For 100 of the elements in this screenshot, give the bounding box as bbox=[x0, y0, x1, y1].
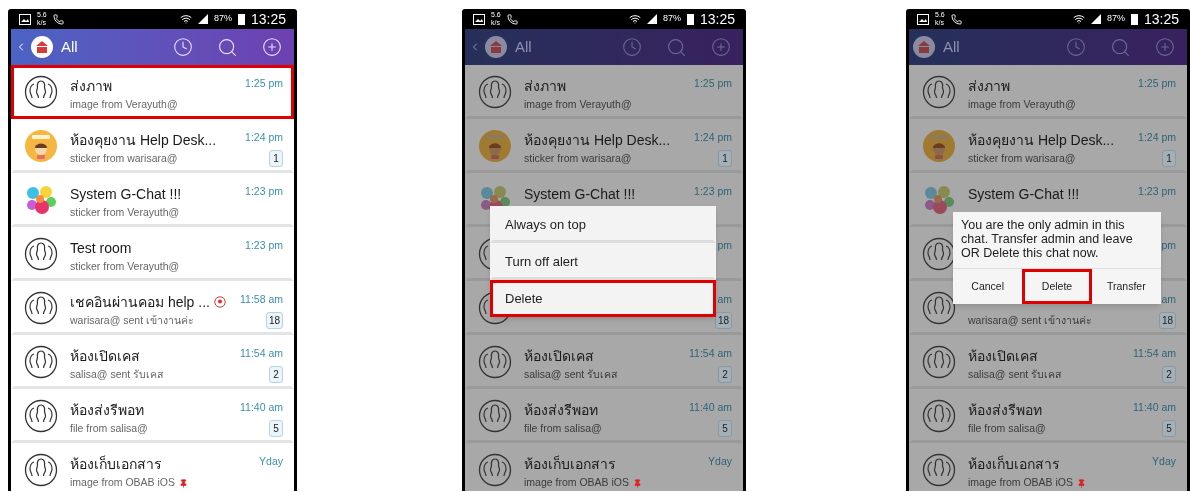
chat-title: ส่งภาพ bbox=[70, 76, 112, 96]
header-title: All bbox=[61, 36, 78, 57]
unread-count: 18 bbox=[714, 311, 732, 329]
chat-row[interactable]: ห้องคุยงาน Help Desk... sticker from warisara@ 1:24 pm 1 bbox=[909, 119, 1187, 173]
chat-time: 1:24 pm bbox=[245, 130, 283, 145]
signal-icon bbox=[646, 14, 657, 24]
unread-count: 2 bbox=[1162, 365, 1176, 383]
chat-preview: salisa@ sent รับเคส bbox=[524, 367, 618, 383]
chat-row[interactable]: ห้องเก็บเอกสาร image from OBAB iOS Yday bbox=[465, 443, 743, 491]
chat-row[interactable]: เชคอินผ่านคอม help ... warisara@ sent เข้างานค่ะ 11:58 am 18 bbox=[11, 281, 294, 335]
chat-time: Yday bbox=[1152, 454, 1176, 469]
chat-row[interactable]: Test room sticker from Verayuth@ 1:23 pm bbox=[11, 227, 294, 281]
chat-title: Test room bbox=[70, 238, 132, 258]
header-title: All bbox=[515, 36, 532, 57]
battery-icon bbox=[1130, 13, 1138, 25]
phone-icon bbox=[950, 13, 962, 25]
add-icon[interactable] bbox=[1155, 37, 1175, 57]
chat-row[interactable]: ส่งภาพ image from Verayuth@ 1:25 pm bbox=[465, 65, 743, 119]
chat-time: 1:23 pm bbox=[694, 184, 732, 199]
phone-icon bbox=[52, 13, 64, 25]
unread-count: 1 bbox=[718, 149, 732, 167]
add-icon[interactable] bbox=[711, 37, 731, 57]
signal-icon bbox=[1090, 14, 1101, 24]
wifi-icon bbox=[1072, 13, 1085, 25]
menu-item[interactable]: Turn off alert bbox=[490, 243, 716, 280]
chat-row[interactable]: ห้องคุยงาน Help Desk... sticker from warisara@ 1:24 pm 1 bbox=[11, 119, 294, 173]
chat-title: ห้องคุยงาน Help Desk... bbox=[968, 130, 1115, 151]
chat-title: ห้องส่งรีพอท bbox=[968, 400, 1042, 420]
chat-row[interactable]: ห้องส่งรีพอท file from salisa@ 11:40 am 5 bbox=[11, 389, 294, 443]
chat-row[interactable]: ห้องเก็บเอกสาร image from OBAB iOS Yday bbox=[11, 443, 294, 491]
chat-preview: sticker from warisara@ bbox=[70, 151, 178, 167]
chat-preview: warisara@ sent เข้างานค่ะ bbox=[70, 313, 195, 329]
chat-row[interactable]: ห้องส่งรีพอท file from salisa@ 11:40 am 5 bbox=[465, 389, 743, 443]
history-icon[interactable] bbox=[1066, 37, 1086, 57]
chat-preview: sticker from Verayuth@ bbox=[70, 259, 180, 275]
chat-row[interactable]: ห้องคุยงาน Help Desk... sticker from warisara@ 1:24 pm 1 bbox=[465, 119, 743, 173]
unread-count: 18 bbox=[265, 311, 283, 329]
unread-count: 18 bbox=[1158, 311, 1176, 329]
chat-preview: image from Verayuth@ bbox=[968, 97, 1076, 113]
chat-row[interactable]: ห้องเก็บเอกสาร image from OBAB iOS Yday bbox=[909, 443, 1187, 491]
chat-time: 1:23 pm bbox=[1138, 184, 1176, 199]
chat-title: ห้องส่งรีพอท bbox=[70, 400, 144, 420]
chat-row[interactable]: ห้องเปิดเคส salisa@ sent รับเคส 11:54 am 2 bbox=[11, 335, 294, 389]
chat-title: ห้องเปิดเคส bbox=[70, 346, 140, 366]
chat-time: am bbox=[1161, 292, 1176, 307]
chat-time: 11:40 am bbox=[240, 400, 283, 415]
phone-icon bbox=[506, 13, 518, 25]
chat-time: 11:40 am bbox=[689, 400, 732, 415]
building-logo-icon[interactable] bbox=[913, 36, 935, 58]
chat-title: ห้องคุยงาน Help Desk... bbox=[70, 130, 217, 151]
chat-row[interactable]: ส่งภาพ image from Verayuth@ 1:25 pm bbox=[11, 65, 294, 119]
chat-time: 1:24 pm bbox=[694, 130, 732, 145]
image-icon bbox=[917, 13, 929, 25]
chat-title: ห้องเปิดเคส bbox=[968, 346, 1038, 366]
chat-preview: file from salisa@ bbox=[968, 421, 1046, 437]
battery-percent: 87% bbox=[1106, 12, 1125, 26]
wifi-icon bbox=[628, 13, 641, 25]
chat-row[interactable]: ส่งภาพ image from Verayuth@ 1:25 pm bbox=[909, 65, 1187, 119]
unread-count: 2 bbox=[718, 365, 732, 383]
search-icon[interactable] bbox=[666, 36, 687, 58]
chat-preview: image from OBAB iOS bbox=[70, 475, 176, 491]
header-title: All bbox=[943, 36, 960, 57]
building-logo-icon[interactable] bbox=[31, 36, 53, 58]
chat-preview: file from salisa@ bbox=[70, 421, 148, 437]
chat-title: ห้องเปิดเคส bbox=[524, 346, 594, 366]
chat-title: ห้องเก็บเอกสาร bbox=[524, 454, 616, 474]
chat-time: 11:54 am bbox=[240, 346, 283, 361]
battery-percent: 87% bbox=[662, 12, 681, 26]
chat-title: ส่งภาพ bbox=[968, 76, 1010, 96]
chat-title: ห้องคุยงาน Help Desk... bbox=[524, 130, 671, 151]
chat-time: 1:25 pm bbox=[1138, 76, 1176, 91]
chat-time: 11:54 am bbox=[689, 346, 732, 361]
chat-title: ห้องส่งรีพอท bbox=[524, 400, 598, 420]
clock-time: 13:25 bbox=[1143, 9, 1179, 29]
battery-percent: 87% bbox=[213, 12, 232, 26]
chat-preview: sticker from Verayuth@ bbox=[70, 205, 180, 221]
building-logo-icon[interactable] bbox=[485, 36, 507, 58]
chat-title: System G-Chat !!! bbox=[524, 184, 636, 204]
chat-preview: sticker from warisara@ bbox=[524, 151, 632, 167]
menu-item[interactable]: Delete bbox=[490, 280, 716, 317]
search-icon[interactable] bbox=[217, 36, 238, 58]
unread-count: 1 bbox=[269, 149, 283, 167]
chat-title: System G-Chat !!! bbox=[968, 184, 1080, 204]
search-icon[interactable] bbox=[1110, 36, 1131, 58]
chat-row[interactable]: ห้องเปิดเคส salisa@ sent รับเคส 11:54 am 2 bbox=[909, 335, 1187, 389]
image-icon bbox=[473, 13, 485, 25]
image-icon bbox=[19, 13, 31, 25]
chat-row[interactable]: System G-Chat !!! sticker from Verayuth@ 1:23 pm bbox=[11, 173, 294, 227]
dialog-button[interactable]: Delete bbox=[1022, 269, 1092, 304]
chat-preview: file from salisa@ bbox=[524, 421, 602, 437]
battery-icon bbox=[237, 13, 245, 25]
unread-count: 5 bbox=[718, 419, 732, 437]
menu-item[interactable]: Always on top bbox=[490, 206, 716, 243]
chat-time: Yday bbox=[259, 454, 283, 469]
chat-time: 11:54 am bbox=[1133, 346, 1176, 361]
history-icon[interactable] bbox=[622, 37, 642, 57]
chat-row[interactable]: ห้องเปิดเคส salisa@ sent รับเคส 11:54 am 2 bbox=[465, 335, 743, 389]
chat-time: am bbox=[717, 292, 732, 307]
chat-row[interactable]: ห้องส่งรีพอท file from salisa@ 11:40 am 5 bbox=[909, 389, 1187, 443]
clock-time: 13:25 bbox=[699, 9, 735, 29]
